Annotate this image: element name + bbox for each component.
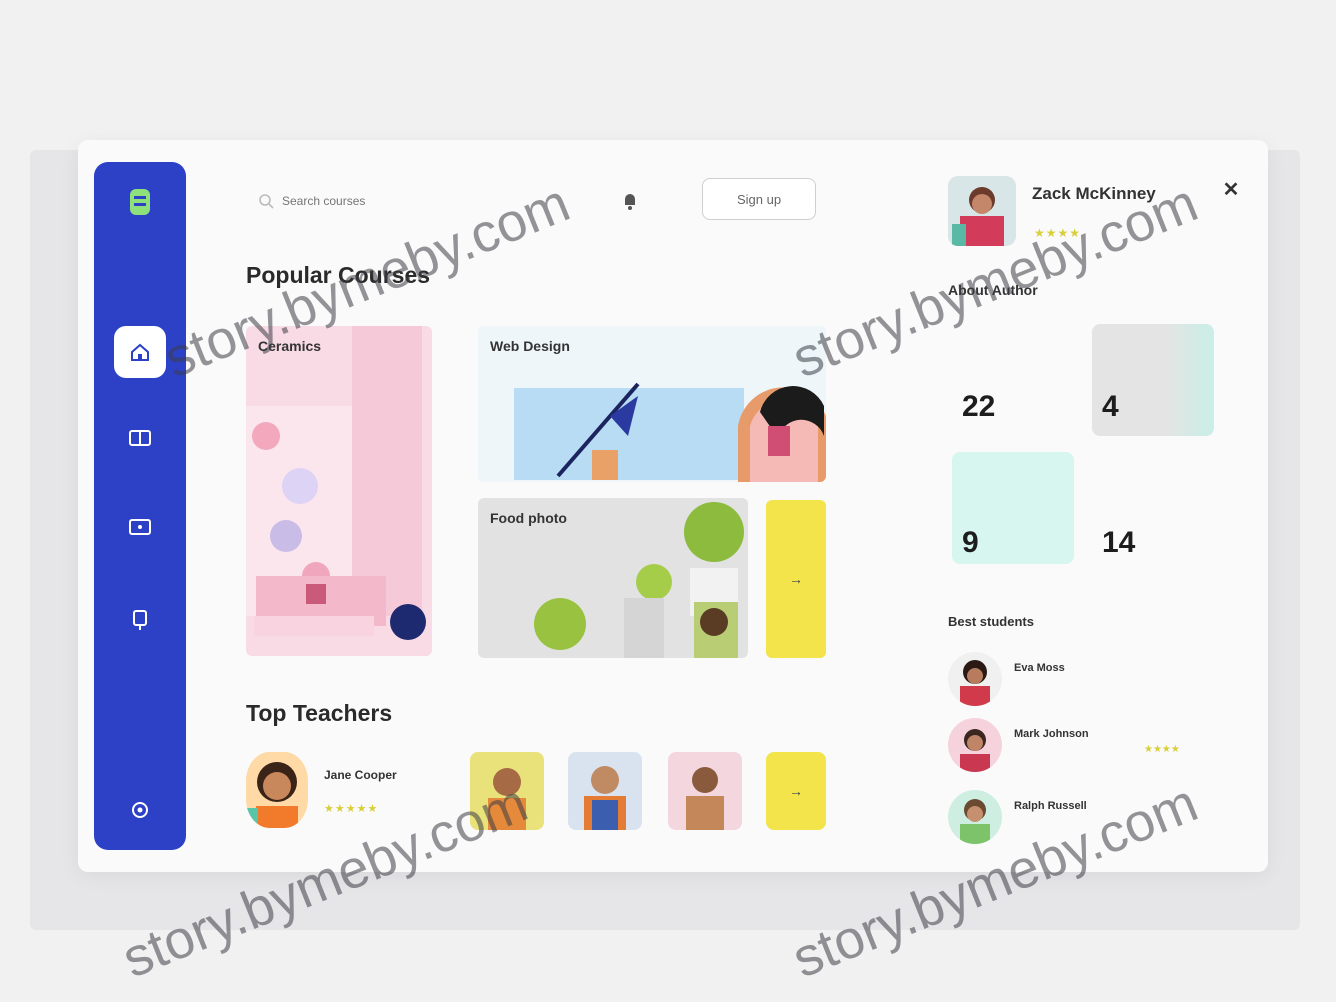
student-name: Mark Johnson [1014,728,1089,740]
sidebar-item-messages[interactable] [120,508,160,548]
sidebar-item-courses[interactable] [120,418,160,458]
course-title: Food photo [490,510,567,526]
stat-card: 22 [952,324,1074,436]
stat-card: 9 [952,452,1074,564]
avatar [948,652,1002,706]
avatar [948,790,1002,844]
chat-icon [129,519,151,535]
app-logo-icon[interactable] [120,182,160,222]
course-card-web-design[interactable]: Web Design [478,326,826,482]
course-image [246,326,426,640]
profile-name: Zack McKinney [1032,184,1156,203]
teacher-name: Jane Cooper [324,768,397,782]
list-item[interactable]: Eva Moss [948,652,1218,710]
arrow-right-icon: → [789,783,803,799]
search-input[interactable] [282,194,442,208]
rating-stars: ★★★★★ [324,803,379,815]
signup-button[interactable]: Sign up [702,178,816,220]
bell-icon[interactable] [620,190,640,212]
stat-value: 14 [1102,526,1136,559]
avatar [246,752,308,828]
student-name: Ralph Russell [1014,800,1087,812]
home-icon [131,343,149,361]
book-icon [129,430,151,446]
stat-card: 4 [1092,324,1214,436]
sidebar [94,162,186,850]
sidebar-item-settings[interactable] [120,790,160,830]
stat-value: 4 [1102,390,1119,423]
about-heading: About Author [948,282,1038,298]
more-courses-button[interactable]: → [766,500,826,658]
student-name: Eva Moss [1014,662,1065,674]
course-title: Ceramics [258,338,322,354]
course-card-ceramics[interactable]: Ceramics [246,326,432,656]
list-item[interactable]: Mark Johnson ★★★★ [948,718,1218,776]
teacher-avatar-tile[interactable] [668,752,742,830]
gear-icon [132,802,148,818]
teacher-card[interactable]: Jane Cooper ★★★★★ [246,752,456,832]
top-teachers-heading: Top Teachers [246,700,393,726]
stat-value: 9 [962,526,979,559]
list-item[interactable]: Ralph Russell [948,790,1218,848]
search-icon [259,194,274,209]
teacher-avatar-tile[interactable] [568,752,642,830]
stat-value: 22 [962,390,996,423]
popular-courses-heading: Popular Courses [246,262,431,288]
course-title: Web Design [490,338,570,354]
profile-avatar [948,176,1016,246]
close-icon[interactable]: ✕ [1220,178,1242,201]
sidebar-item-home[interactable] [114,326,166,378]
rating-stars: ★★★★ [1034,226,1082,240]
arrow-right-icon: → [789,571,803,587]
search-bar [258,186,458,216]
student-rating: ★★★★ [1144,744,1180,755]
course-card-food-photo[interactable]: Food photo [478,498,748,658]
best-students-heading: Best students [948,614,1034,629]
bookmark-icon [133,610,147,630]
avatar [948,718,1002,772]
teacher-avatar-tile[interactable] [470,752,544,830]
more-teachers-button[interactable]: → [766,752,826,830]
stat-card: 14 [1092,464,1214,576]
sidebar-item-saved[interactable] [120,600,160,640]
